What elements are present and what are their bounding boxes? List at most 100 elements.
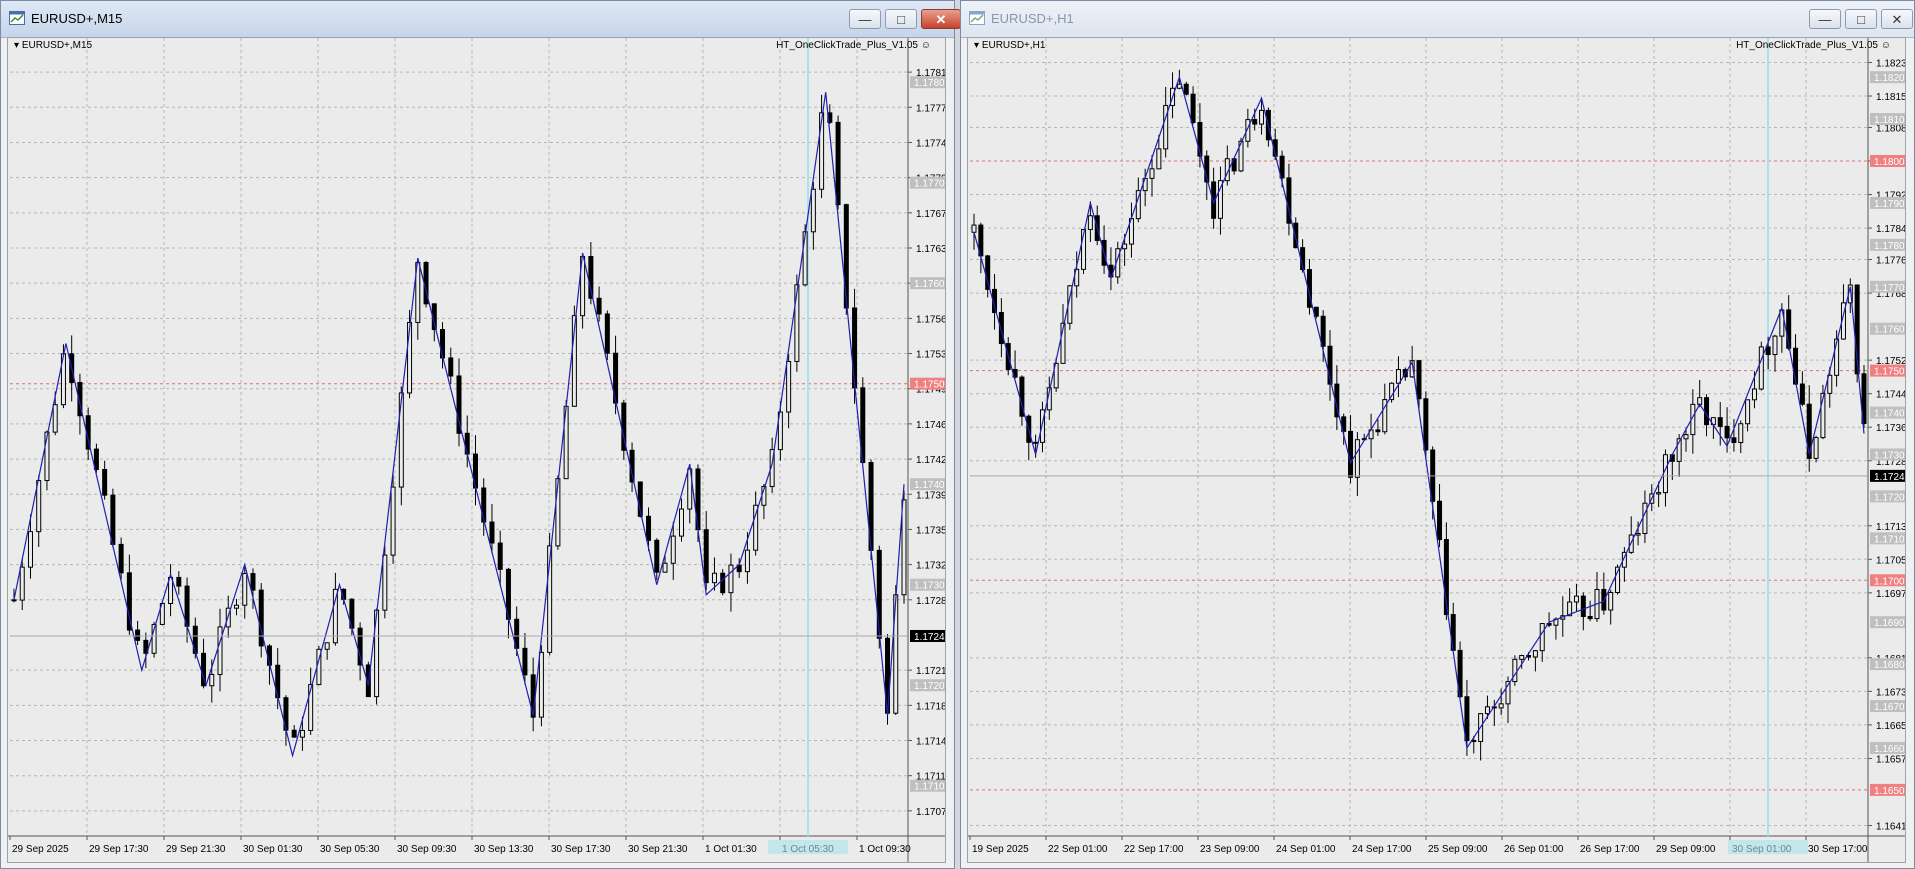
round-level-label: 1.17900 bbox=[1874, 199, 1906, 210]
time-axis-label: 29 Sep 2025 bbox=[12, 844, 69, 855]
chart-window-h1[interactable]: EURUSD+,H1 — □ ✕ 1.182351.181551.180801.… bbox=[960, 0, 1915, 869]
candle-body bbox=[19, 566, 25, 601]
price-axis-label: 1.16415 bbox=[1876, 822, 1906, 833]
price-axis-label: 1.17320 bbox=[916, 561, 946, 572]
candle-body bbox=[1532, 650, 1538, 658]
candle-body bbox=[382, 554, 388, 611]
candle-body bbox=[110, 494, 116, 545]
candle-body bbox=[1348, 430, 1354, 478]
price-axis-label: 1.16655 bbox=[1876, 721, 1906, 732]
price-axis-label: 1.18155 bbox=[1876, 92, 1906, 103]
candle-body bbox=[1539, 623, 1545, 652]
candle-body bbox=[1498, 703, 1504, 709]
candle-body bbox=[1122, 243, 1128, 250]
candle-body bbox=[654, 539, 660, 573]
candle-body bbox=[679, 508, 684, 537]
candle-body bbox=[1642, 502, 1648, 534]
round-level-label: 1.17400 bbox=[1874, 409, 1906, 420]
close-button[interactable]: ✕ bbox=[921, 9, 961, 29]
candle-body bbox=[291, 729, 297, 738]
candle-body bbox=[36, 480, 42, 533]
candle-body bbox=[1033, 441, 1039, 444]
candle-body bbox=[1758, 346, 1764, 390]
candle-body bbox=[1717, 417, 1723, 427]
close-icon: ✕ bbox=[1891, 12, 1903, 27]
maximize-button[interactable]: □ bbox=[1845, 9, 1877, 29]
chart-canvas[interactable]: 1.182351.181551.180801.180001.179201.178… bbox=[967, 37, 1906, 863]
time-axis-label: 25 Sep 09:00 bbox=[1428, 844, 1488, 855]
chart-canvas[interactable]: 1.178101.177751.177401.177051.176701.176… bbox=[7, 37, 946, 863]
minimize-button[interactable]: — bbox=[849, 9, 881, 29]
candle-body bbox=[720, 572, 726, 594]
round-level-label: 1.17400 bbox=[914, 480, 946, 491]
candle-body bbox=[1745, 399, 1751, 425]
candle-body bbox=[1176, 83, 1182, 89]
round-level-label: 1.17600 bbox=[914, 279, 946, 290]
price-axis-label: 1.17445 bbox=[1876, 390, 1906, 401]
key-level-label: 1.18000 bbox=[1874, 157, 1906, 168]
candle-body bbox=[324, 642, 330, 650]
candle-body bbox=[250, 573, 256, 591]
candle-body bbox=[497, 542, 503, 570]
price-chart-m15[interactable]: 1.178101.177751.177401.177051.176701.176… bbox=[8, 38, 946, 863]
time-axis-label: 29 Sep 21:30 bbox=[166, 844, 226, 855]
minimize-button[interactable]: — bbox=[1809, 9, 1841, 29]
candle-body bbox=[332, 588, 338, 644]
maximize-button[interactable]: □ bbox=[885, 9, 917, 29]
round-level-label: 1.16700 bbox=[1874, 702, 1906, 713]
price-axis-label: 1.17670 bbox=[916, 209, 946, 220]
candle-body bbox=[646, 515, 652, 541]
time-axis-label: 30 Sep 17:30 bbox=[551, 844, 611, 855]
round-level-label: 1.17800 bbox=[914, 78, 946, 89]
title-bar[interactable]: EURUSD+,H1 — □ ✕ bbox=[961, 1, 1914, 38]
candle-body bbox=[662, 562, 668, 573]
title-bar[interactable]: EURUSD+,M15 — □ ✕ bbox=[1, 1, 961, 38]
close-icon: ✕ bbox=[935, 12, 947, 27]
chart-window-m15[interactable]: EURUSD+,M15 — □ ✕ 1.178101.177751.177401… bbox=[0, 0, 961, 869]
symbol-timeframe-label[interactable]: ▾ EURUSD+,H1 bbox=[974, 40, 1045, 51]
close-button[interactable]: ✕ bbox=[1881, 9, 1913, 29]
price-chart-h1[interactable]: 1.182351.181551.180801.180001.179201.178… bbox=[968, 38, 1906, 863]
candle-body bbox=[1601, 588, 1607, 611]
candle-body bbox=[1704, 397, 1710, 426]
round-level-label: 1.17200 bbox=[914, 681, 946, 692]
symbol-timeframe-label[interactable]: ▾ EURUSD+,M15 bbox=[14, 40, 92, 51]
candle-body bbox=[1580, 595, 1586, 617]
candle-body bbox=[1731, 437, 1737, 444]
time-axis-label: 30 Sep 05:30 bbox=[320, 844, 380, 855]
candle-body bbox=[1799, 383, 1805, 405]
candle-body bbox=[1259, 109, 1265, 125]
price-axis-label: 1.16735 bbox=[1876, 687, 1906, 698]
current-time-tag bbox=[768, 840, 848, 854]
candle-body bbox=[596, 297, 602, 315]
price-axis-label: 1.17425 bbox=[916, 455, 946, 466]
candle-body bbox=[176, 576, 182, 587]
candle-body bbox=[135, 629, 141, 641]
expert-advisor-label: HT_OneClickTrade_Plus_V1.05 ☺ bbox=[776, 40, 931, 51]
candle-body bbox=[711, 572, 717, 584]
candle-body bbox=[1738, 423, 1744, 444]
price-axis-label: 1.17050 bbox=[1876, 555, 1906, 566]
price-axis-label: 1.17840 bbox=[1876, 224, 1906, 235]
candle-body bbox=[1252, 119, 1258, 125]
price-axis-label: 1.16970 bbox=[1876, 589, 1906, 600]
price-axis-label: 1.18235 bbox=[1876, 58, 1906, 69]
candle-body bbox=[786, 360, 792, 413]
round-level-label: 1.17300 bbox=[1874, 450, 1906, 461]
time-axis-label: 23 Sep 09:00 bbox=[1200, 844, 1260, 855]
key-level-label: 1.17000 bbox=[1874, 576, 1906, 587]
price-axis-label: 1.16575 bbox=[1876, 754, 1906, 765]
candle-body bbox=[1416, 360, 1422, 400]
key-level-label: 1.16500 bbox=[1874, 786, 1906, 797]
time-axis-label: 30 Sep 01:30 bbox=[243, 844, 303, 855]
candle-body bbox=[299, 729, 305, 738]
time-axis-label: 26 Sep 17:00 bbox=[1580, 844, 1640, 855]
symbol-label-text: EURUSD+,M15 bbox=[21, 40, 93, 51]
time-axis-label: 30 Sep 17:00 bbox=[1808, 844, 1868, 855]
candle-body bbox=[1484, 706, 1490, 715]
current-price-label: 1.17249 bbox=[914, 632, 946, 643]
candle-body bbox=[522, 647, 528, 676]
minimize-icon: — bbox=[1818, 12, 1832, 27]
candle-body bbox=[1608, 591, 1614, 611]
candle-body bbox=[1772, 335, 1778, 356]
